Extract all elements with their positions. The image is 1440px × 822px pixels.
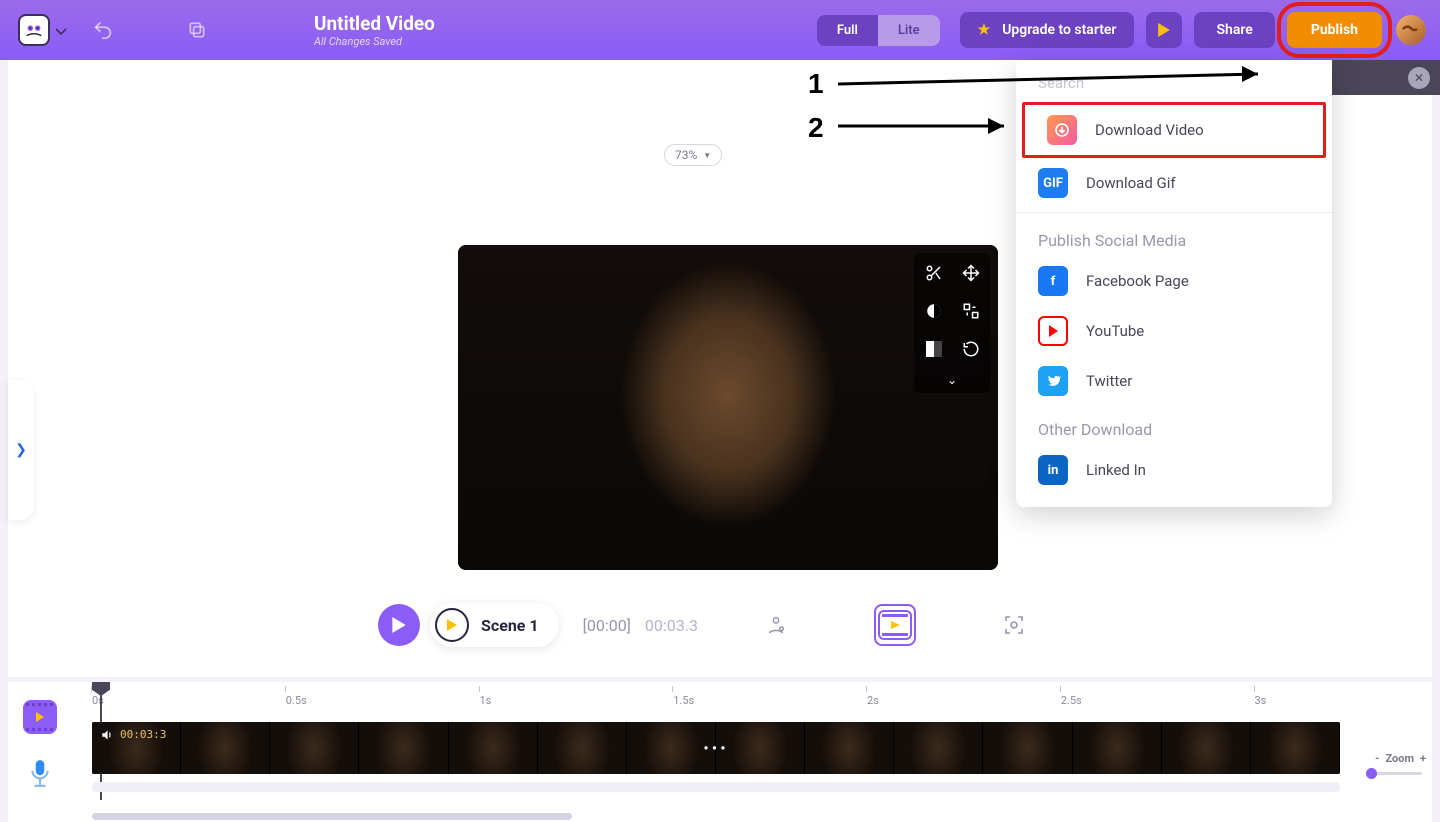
youtube-label: YouTube [1086, 322, 1144, 340]
tick: 0.5s [286, 694, 307, 707]
clip-duration: 00:03:3 [120, 728, 166, 741]
current-time: [00:00] [583, 616, 631, 635]
app-menu-caret[interactable] [56, 21, 66, 40]
publish-dropdown: Search Download Video GIF Download Gif P… [1016, 60, 1332, 507]
video-track-icon[interactable] [23, 700, 57, 734]
twitter-label: Twitter [1086, 372, 1132, 390]
horizontal-scrollbar[interactable] [92, 813, 572, 820]
video-title[interactable]: Untitled Video [314, 12, 435, 35]
chevron-down-icon: ▼ [703, 151, 711, 160]
cut-icon[interactable] [920, 259, 947, 287]
linkedin-item[interactable]: in Linked In [1016, 445, 1332, 495]
timeline-main: 0s 0.5s 1s 1.5s 2s 2.5s 3s 00:03:3 ••• -… [72, 682, 1432, 822]
total-time: 00:03.3 [645, 616, 698, 635]
storyboard-icon[interactable] [874, 604, 916, 646]
half-icon[interactable] [920, 335, 947, 363]
timeline: 0s 0.5s 1s 1.5s 2s 2.5s 3s 00:03:3 ••• -… [8, 682, 1432, 822]
canvas-toolbox: ⌄ [914, 253, 990, 393]
microphone-icon[interactable] [27, 758, 53, 792]
linkedin-icon: in [1038, 455, 1068, 485]
download-gif-label: Download Gif [1086, 174, 1176, 192]
zoom-minus[interactable]: - [1375, 752, 1379, 765]
annotation-highlight-download-video: Download Video [1022, 102, 1326, 158]
close-panel-icon[interactable]: ✕ [1408, 67, 1430, 89]
app-logo[interactable] [18, 14, 50, 46]
video-clip[interactable]: 00:03:3 ••• [92, 722, 1340, 774]
download-video-icon [1047, 115, 1077, 145]
upgrade-button[interactable]: ★ Upgrade to starter [960, 12, 1135, 48]
scene-play-icon [435, 608, 469, 642]
volume-icon[interactable] [100, 728, 114, 746]
person-icon[interactable] [758, 607, 794, 643]
timeline-tools [8, 682, 72, 822]
download-gif-item[interactable]: GIF Download Gif [1016, 158, 1332, 208]
tick: 3s [1255, 694, 1267, 707]
tick: 2.5s [1061, 694, 1082, 707]
preview-play-button[interactable] [1146, 12, 1182, 48]
youtube-icon [1038, 316, 1068, 346]
annotation-number-1: 1 [808, 68, 824, 100]
timeline-ruler[interactable]: 0s 0.5s 1s 1.5s 2s 2.5s 3s [92, 694, 1342, 714]
editor-mode-toggle: Full Lite [817, 15, 940, 46]
annotation-arrow-2 [838, 112, 1022, 142]
twitter-item[interactable]: Twitter [1016, 356, 1332, 406]
facebook-item[interactable]: f Facebook Page [1016, 256, 1332, 306]
star-icon: ★ [978, 22, 991, 38]
canvas-zoom-select[interactable]: 73% ▼ [664, 144, 722, 166]
clip-handle-icon[interactable]: ••• [703, 739, 728, 758]
rotate-icon[interactable] [957, 335, 984, 363]
section-social-header: Publish Social Media [1016, 217, 1332, 256]
zoom-label: Zoom [1385, 752, 1414, 765]
playback-bar: Scene 1 [00:00] 00:03.3 [8, 595, 1432, 655]
copy-icon[interactable] [180, 13, 214, 47]
focus-icon[interactable] [996, 607, 1032, 643]
share-button[interactable]: Share [1194, 12, 1274, 48]
zoom-level-label: 73% [675, 148, 697, 162]
title-block: Untitled Video All Changes Saved [314, 12, 435, 48]
play-all-button[interactable] [378, 604, 420, 646]
move-icon[interactable] [957, 259, 984, 287]
upgrade-label: Upgrade to starter [1002, 22, 1116, 38]
user-avatar[interactable] [1396, 15, 1426, 45]
save-status: All Changes Saved [314, 35, 435, 48]
zoom-slider-handle[interactable] [1366, 768, 1377, 779]
tick: 2s [867, 694, 879, 707]
twitter-icon [1038, 366, 1068, 396]
video-canvas[interactable]: ⌄ [458, 245, 998, 570]
mode-full-button[interactable]: Full [817, 15, 878, 46]
swap-icon[interactable] [957, 297, 984, 325]
zoom-slider[interactable] [1366, 772, 1422, 775]
youtube-item[interactable]: YouTube [1016, 306, 1332, 356]
tick: 1.5s [673, 694, 694, 707]
download-video-label: Download Video [1095, 121, 1204, 139]
scene-label: Scene 1 [481, 616, 539, 635]
toolbox-expand-icon[interactable]: ⌄ [920, 373, 984, 387]
download-video-item[interactable]: Download Video [1025, 105, 1323, 155]
undo-icon[interactable] [86, 13, 120, 47]
contrast-icon[interactable] [920, 297, 947, 325]
zoom-plus[interactable]: + [1420, 752, 1426, 765]
facebook-label: Facebook Page [1086, 272, 1189, 290]
publish-wrap: Publish [1287, 12, 1382, 48]
linkedin-label: Linked In [1086, 461, 1146, 479]
mode-lite-button[interactable]: Lite [878, 15, 940, 46]
gif-icon: GIF [1038, 168, 1068, 198]
playhead[interactable] [92, 682, 110, 696]
facebook-icon: f [1038, 266, 1068, 296]
publish-button[interactable]: Publish [1287, 12, 1382, 48]
annotation-number-2: 2 [808, 112, 824, 144]
timeline-zoom-control: - Zoom + [1375, 752, 1426, 765]
tick: 1s [480, 694, 492, 707]
section-other-header: Other Download [1016, 406, 1332, 445]
annotation-arrow-1 [838, 60, 1278, 100]
scene-selector[interactable]: Scene 1 [430, 603, 559, 647]
top-bar: Untitled Video All Changes Saved Full Li… [0, 0, 1440, 60]
audio-lane[interactable] [92, 782, 1340, 792]
expand-sidebar-tab[interactable]: ❯ [8, 380, 34, 520]
